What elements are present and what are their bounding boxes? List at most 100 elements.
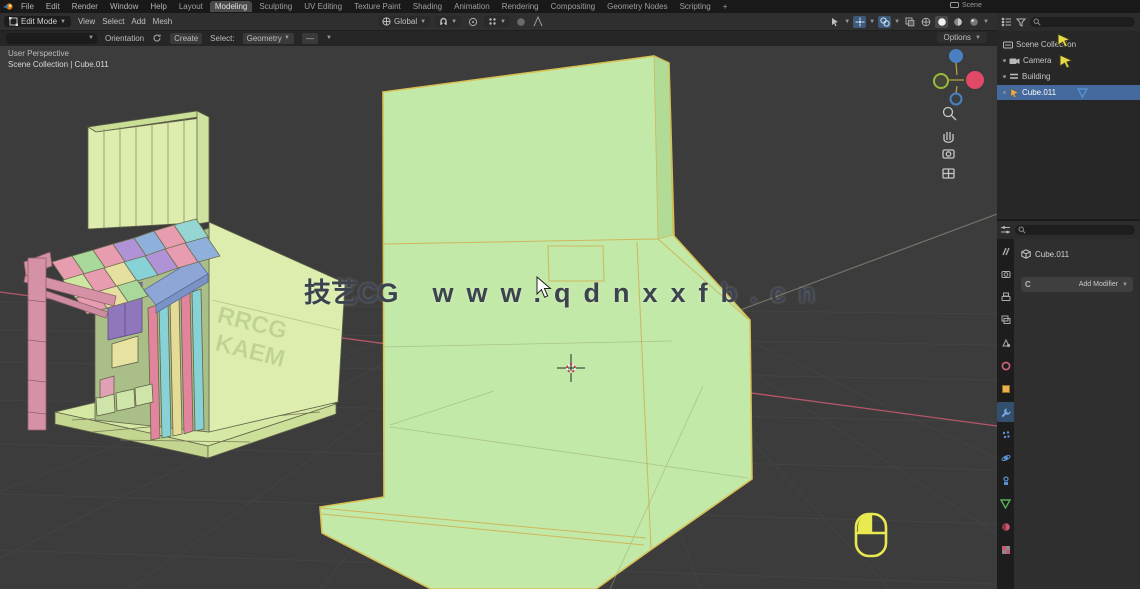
pan-hand-button[interactable] [944, 132, 953, 142]
show-overlays-toggle[interactable] [878, 16, 891, 28]
workspace-tab-sculpting[interactable]: Sculpting [254, 1, 297, 12]
scene-selector[interactable]: Scene [950, 1, 982, 9]
house-model[interactable] [24, 111, 345, 458]
workspace-tab-animation[interactable]: Animation [449, 1, 495, 12]
blender-logo-icon[interactable] [3, 2, 14, 11]
snap-dropdown[interactable]: ▼ [435, 16, 461, 27]
tab-view-layer[interactable] [997, 310, 1014, 330]
add-workspace-button[interactable]: + [718, 1, 733, 12]
tab-texture[interactable] [997, 540, 1014, 560]
tab-modifiers[interactable] [997, 402, 1014, 422]
workspace-tab-scripting[interactable]: Scripting [675, 1, 716, 12]
viewport-menu-mesh[interactable]: Mesh [153, 17, 173, 26]
disclosure-dot[interactable] [1003, 59, 1006, 62]
tab-scene[interactable] [997, 333, 1014, 353]
tab-render[interactable] [997, 264, 1014, 284]
workspace-tab-texture-paint[interactable]: Texture Paint [349, 1, 406, 12]
scene-name: Scene [962, 2, 982, 9]
chevron-down-icon[interactable]: ▼ [869, 19, 875, 25]
tab-object[interactable] [997, 379, 1014, 399]
viewport-menu-view[interactable]: View [78, 17, 95, 26]
proportional-editing-toggle[interactable] [466, 16, 479, 28]
chevron-down-icon[interactable]: ▼ [983, 19, 989, 25]
workspace-tab-shading[interactable]: Shading [408, 1, 447, 12]
search-icon [1018, 226, 1026, 234]
camera-view-button[interactable] [943, 150, 954, 158]
tab-output[interactable] [997, 287, 1014, 307]
menu-file[interactable]: File [16, 2, 39, 11]
gizmo-y-axis-ball[interactable] [934, 74, 948, 88]
menu-edit[interactable]: Edit [41, 2, 65, 11]
shading-solid-button[interactable] [935, 16, 948, 28]
menu-help[interactable]: Help [145, 2, 171, 11]
shading-material-button[interactable] [951, 16, 964, 28]
outliner-header [997, 13, 1140, 31]
outliner-row-cube011[interactable]: Cube.011 [997, 85, 1140, 100]
tab-object-data[interactable] [997, 494, 1014, 514]
recalc-icon[interactable] [152, 33, 162, 43]
perspective-toggle-button[interactable] [943, 169, 954, 178]
material-sphere-icon [953, 17, 963, 27]
tab-world[interactable] [997, 356, 1014, 376]
workspace-tab-layout[interactable]: Layout [174, 1, 208, 12]
options-dropdown[interactable]: Options▼ [937, 32, 987, 43]
topbar: File Edit Render Window Help Layout Mode… [0, 0, 1140, 13]
proportional-falloff-dropdown[interactable]: ▼ [484, 16, 510, 27]
disclosure-dot[interactable] [1003, 75, 1006, 78]
menu-render[interactable]: Render [67, 2, 103, 11]
mouse-indicator-overlay [852, 510, 892, 560]
extra-option-button[interactable]: — [302, 33, 318, 44]
selected-mesh-cube011[interactable] [320, 56, 752, 589]
mesh-object-icon [1009, 72, 1019, 81]
workspace-tab-compositing[interactable]: Compositing [546, 1, 600, 12]
mode-dropdown[interactable]: Edit Mode ▼ [4, 16, 71, 27]
gizmo-z-neg-ball[interactable] [951, 94, 962, 105]
workspace-tab-rendering[interactable]: Rendering [497, 1, 544, 12]
shading-rendered-button[interactable] [967, 16, 980, 28]
properties-editor: Cube.011 C Add Modifier ▼ [997, 221, 1140, 589]
create-option-button[interactable]: Create [170, 33, 202, 44]
gizmo-z-axis-ball[interactable] [949, 49, 963, 63]
properties-search-input[interactable] [1015, 225, 1135, 235]
viewport-menu-add[interactable]: Add [131, 17, 145, 26]
curve-falloff-icon[interactable] [533, 16, 543, 27]
add-modifier-button[interactable]: C Add Modifier ▼ [1021, 277, 1133, 292]
viewport-header: Edit Mode ▼ View Select Add Mesh Global … [0, 13, 997, 31]
show-gizmo-toggle[interactable] [853, 16, 866, 28]
modifier-badge-icon: C [1025, 280, 1031, 289]
chevron-down-icon[interactable]: ▼ [844, 19, 850, 25]
tab-material[interactable] [997, 517, 1014, 537]
menu-window[interactable]: Window [105, 2, 143, 11]
outliner-item-label: Camera [1023, 56, 1051, 65]
mirror-sphere-toggle[interactable] [515, 16, 528, 28]
magnet-icon [439, 17, 448, 26]
viewport-menu-select[interactable]: Select [102, 17, 124, 26]
outliner-search-input[interactable] [1030, 17, 1135, 27]
3d-viewport[interactable]: User Perspective Scene Collection | Cube… [0, 46, 997, 589]
search-icon [1033, 18, 1041, 26]
workspace-tab-geometry-nodes[interactable]: Geometry Nodes [602, 1, 672, 12]
shading-wireframe-button[interactable] [919, 16, 932, 28]
workspace-tab-uv-editing[interactable]: UV Editing [299, 1, 347, 12]
transform-orientation-dropdown[interactable]: Global ▼ [378, 16, 430, 27]
tool-settings-bar: ▼ Orientation Create Select: Geometry ▼ … [0, 30, 997, 46]
selectability-dropdown[interactable] [828, 16, 841, 28]
filter-icon[interactable] [1016, 18, 1026, 27]
tab-physics[interactable] [997, 448, 1014, 468]
geometry-option-dropdown[interactable]: Geometry ▼ [243, 33, 294, 44]
outliner-editor-icon[interactable] [1001, 17, 1012, 27]
zoom-button[interactable] [944, 108, 957, 121]
tab-tool[interactable] [997, 241, 1014, 261]
xray-toggle[interactable] [903, 16, 916, 28]
tab-constraints[interactable] [997, 471, 1014, 491]
workspace-tab-modeling[interactable]: Modeling [210, 1, 252, 12]
chevron-down-icon[interactable]: ▼ [894, 19, 900, 25]
disclosure-dot[interactable] [1003, 91, 1006, 94]
tab-particles[interactable] [997, 425, 1014, 445]
gizmo-x-axis-ball[interactable] [966, 71, 984, 89]
outliner-row-building[interactable]: Building [997, 69, 1140, 84]
properties-editor-icon[interactable] [1000, 225, 1011, 235]
tool-preset-dropdown[interactable]: ▼ [6, 33, 97, 44]
navigation-gizmo[interactable] [934, 49, 984, 105]
chevron-down-icon[interactable]: ▼ [326, 35, 332, 41]
